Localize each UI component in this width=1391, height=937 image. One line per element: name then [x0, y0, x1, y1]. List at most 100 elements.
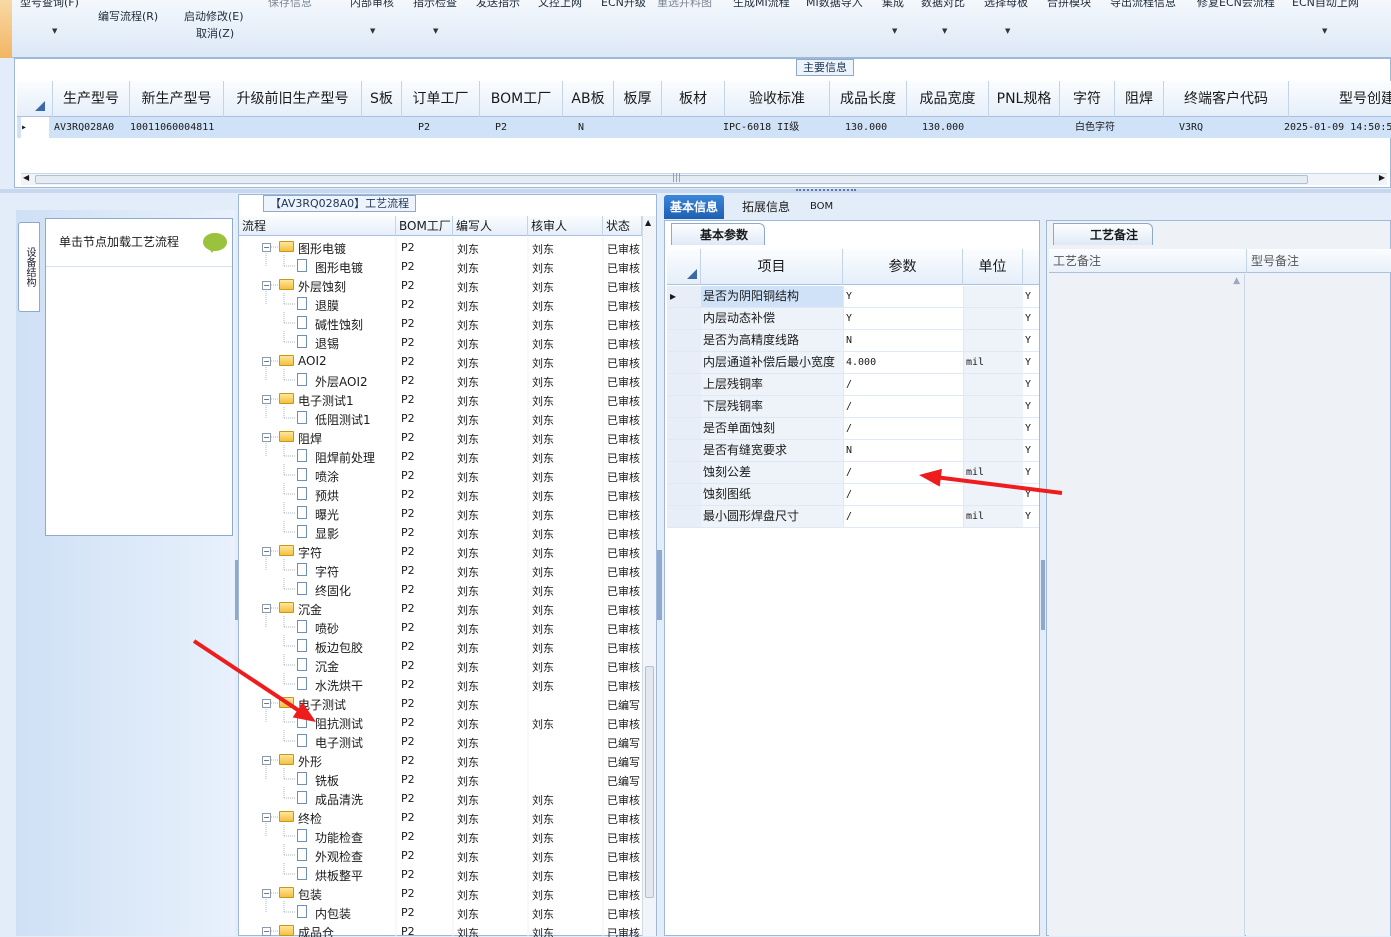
main-col-header[interactable]: 新生产型号 [130, 81, 224, 117]
tree-row[interactable]: 阻焊前处理 P2 刘东 刘东 已审核 [239, 447, 643, 466]
toolbar-item-5[interactable]: 内部审核 [350, 0, 394, 10]
tree-col-header[interactable]: 状态 [603, 216, 642, 236]
param-row[interactable]: 是否为高精度线路 N Y [667, 330, 1039, 352]
main-col-header[interactable]: 成品长度 [830, 81, 907, 117]
expand-toggle-icon[interactable]: − [262, 889, 271, 898]
toolbar-item-15[interactable]: 选择母板 [984, 0, 1028, 10]
param-row[interactable]: ▸ 是否为阴阳铜结构 Y Y [667, 286, 1039, 308]
param-col-header[interactable]: 参数 [843, 249, 963, 285]
expand-toggle-icon[interactable]: − [262, 357, 271, 366]
main-cell[interactable]: P2 [418, 117, 430, 138]
tab-2[interactable]: BOM [804, 195, 839, 219]
toolbar-item-4[interactable]: 保存信息 [268, 0, 312, 10]
chevron-down-icon[interactable]: ▼ [370, 27, 375, 35]
main-info-hscrollbar[interactable]: ◀ ||| ▶ [21, 173, 1387, 185]
param-row[interactable]: 是否有缝宽要求 N Y [667, 440, 1039, 462]
tree-row[interactable]: 成品清洗 P2 刘东 刘东 已审核 [239, 789, 643, 808]
tree-row[interactable]: 板边包胶 P2 刘东 刘东 已审核 [239, 637, 643, 656]
toolbar-item-11[interactable]: 生成MI流程 [733, 0, 790, 10]
toolbar-item-16[interactable]: 合拼模块 [1047, 0, 1091, 10]
tree-col-header[interactable]: 流程 [239, 216, 396, 236]
expand-toggle-icon[interactable]: − [262, 927, 271, 936]
toolbar-item-7[interactable]: 发送指示 [476, 0, 520, 10]
tree-row[interactable]: 退锡 P2 刘东 刘东 已审核 [239, 333, 643, 352]
expand-toggle-icon[interactable]: − [262, 756, 271, 765]
param-col-header[interactable]: 项目 [701, 249, 843, 285]
expand-toggle-icon[interactable]: − [262, 699, 271, 708]
tree-row[interactable]: 水洗烘干 P2 刘东 刘东 已审核 [239, 675, 643, 694]
tree-row[interactable]: − 包装 P2 刘东 刘东 已审核 [239, 884, 643, 903]
param-row[interactable]: 上层残铜率 / Y [667, 374, 1039, 396]
main-col-header[interactable]: 生产型号 [53, 81, 130, 117]
tree-row[interactable]: 低阻测试1 P2 刘东 刘东 已审核 [239, 409, 643, 428]
chevron-down-icon[interactable]: ▼ [52, 27, 57, 35]
toolbar-item-17[interactable]: 导出流程信息 [1110, 0, 1176, 10]
nav-vertical-tab[interactable]: 设备结构 [18, 222, 40, 312]
main-cell[interactable]: AV3RQ028A0 [54, 117, 114, 138]
toolbar-item-12[interactable]: MI数据导入 [806, 0, 863, 10]
tab-0[interactable]: 基本信息 [664, 195, 725, 219]
tree-row[interactable]: − 电子测试1 P2 刘东 刘东 已审核 [239, 390, 643, 409]
expand-toggle-icon[interactable]: − [262, 395, 271, 404]
notes-col-header[interactable]: 工艺备注 [1049, 249, 1247, 273]
toolbar-item-2[interactable]: 启动修改(E) [184, 8, 244, 24]
tree-row[interactable]: 内包装 P2 刘东 刘东 已审核 [239, 903, 643, 922]
main-col-header[interactable]: S板 [362, 81, 402, 117]
splitter-grip[interactable] [796, 189, 856, 193]
main-col-header[interactable]: 板厚 [614, 81, 662, 117]
main-col-header[interactable]: 订单工厂 [402, 81, 480, 117]
toolbar-item-1[interactable]: 编写流程(R) [98, 8, 158, 24]
main-cell[interactable]: IPC-6018 II级 [723, 117, 799, 138]
tree-row[interactable]: − 成品仓 P2 刘东 刘东 已审核 [239, 922, 643, 937]
chevron-down-icon[interactable]: ▼ [1005, 27, 1010, 35]
tree-row[interactable]: 铣板 P2 刘东 已编写 [239, 770, 643, 789]
toolbar-item-18[interactable]: 修复ECN会流程 [1197, 0, 1275, 10]
main-cell[interactable]: N [578, 117, 584, 138]
tree-row[interactable]: 曝光 P2 刘东 刘东 已审核 [239, 504, 643, 523]
notes-col-header[interactable]: 型号备注 [1247, 249, 1391, 273]
main-col-header[interactable]: 字符 [1060, 81, 1115, 117]
chevron-down-icon[interactable]: ▼ [942, 27, 947, 35]
tree-row[interactable]: 烘板整平 P2 刘东 刘东 已审核 [239, 865, 643, 884]
tree-row[interactable]: 图形电镀 P2 刘东 刘东 已审核 [239, 257, 643, 276]
main-col-header[interactable]: 终端客户代码 [1164, 81, 1289, 117]
tree-row[interactable]: 终固化 P2 刘东 刘东 已审核 [239, 580, 643, 599]
main-col-header[interactable]: 升级前旧生产型号 [224, 81, 362, 117]
tree-row[interactable]: 功能检查 P2 刘东 刘东 已审核 [239, 827, 643, 846]
app-menu-tab[interactable] [0, 0, 12, 58]
tree-vscrollbar[interactable]: ▲ [642, 216, 656, 936]
param-value[interactable]: N [843, 330, 963, 351]
tree-row[interactable]: 外层AOI2 P2 刘东 刘东 已审核 [239, 371, 643, 390]
vscroll-thumb[interactable] [645, 666, 654, 898]
model-notes-area[interactable] [1246, 274, 1390, 936]
param-value[interactable]: Y [843, 286, 963, 307]
tab-basic-params[interactable]: 基本参数 [671, 223, 766, 245]
main-col-header[interactable]: 板材 [662, 81, 725, 117]
toolbar-item-8[interactable]: 文控上网 [538, 0, 582, 10]
tree-row[interactable]: 电子测试 P2 刘东 已编写 [239, 732, 643, 751]
main-info-row[interactable]: ▸ AV3RQ028A0 10011060004811 P2 P2 N IPC-6018 I… [17, 117, 1391, 138]
scroll-up-icon[interactable]: ▲ [1233, 276, 1240, 286]
chevron-down-icon[interactable]: ▼ [892, 27, 897, 35]
param-value[interactable]: Y [843, 308, 963, 329]
tree-row[interactable]: − AOI2 P2 刘东 刘东 已审核 [239, 352, 643, 371]
hscroll-thumb[interactable]: ||| [35, 173, 1308, 184]
chevron-down-icon[interactable]: ▼ [433, 27, 438, 35]
toolbar-item-0[interactable]: 型号查询(F) [20, 0, 79, 10]
expand-toggle-icon[interactable]: − [262, 281, 271, 290]
param-value[interactable]: / [843, 396, 963, 417]
main-col-header[interactable]: 型号创建时 [1289, 81, 1391, 117]
param-value[interactable]: 4.000 [843, 352, 963, 373]
main-cell[interactable]: V3RQ [1179, 117, 1203, 138]
expand-toggle-icon[interactable]: − [262, 604, 271, 613]
param-value[interactable]: N [843, 440, 963, 461]
main-cell[interactable]: 130.000 [845, 117, 887, 138]
process-notes-area[interactable]: ▲ [1049, 274, 1245, 936]
tree-row[interactable]: 退膜 P2 刘东 刘东 已审核 [239, 295, 643, 314]
main-col-header[interactable]: BOM工厂 [480, 81, 563, 117]
right-splitter[interactable] [1041, 560, 1045, 630]
tree-row[interactable]: − 沉金 P2 刘东 刘东 已审核 [239, 599, 643, 618]
tree-row[interactable]: 喷砂 P2 刘东 刘东 已审核 [239, 618, 643, 637]
tree-row[interactable]: 喷涂 P2 刘东 刘东 已审核 [239, 466, 643, 485]
param-row[interactable]: 内层动态补偿 Y Y [667, 308, 1039, 330]
